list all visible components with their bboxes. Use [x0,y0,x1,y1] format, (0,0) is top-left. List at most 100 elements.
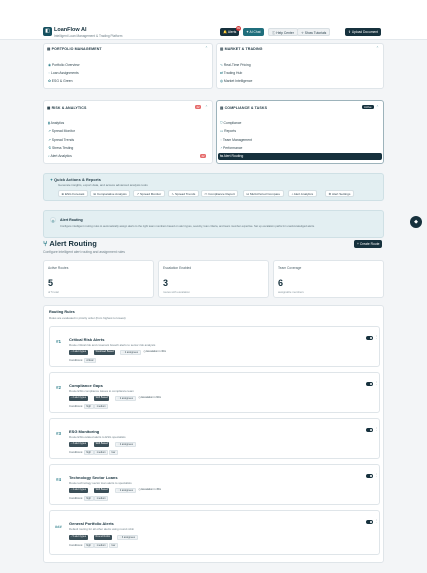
alert-settings-button[interactable]: ⚙ Alert Settings [325,190,354,197]
trend-icon: ↗ [48,129,51,133]
rule-chip: ◌ 2 assignees [120,350,141,355]
nav-reports[interactable]: ▭ Reports [220,129,236,133]
spread-trends-button[interactable]: ∿ Spread Trends [168,190,199,197]
rule-enabled-toggle[interactable] [366,520,373,524]
team-icon: ◌ [220,138,223,142]
ai-chat-label: AI Chat [249,30,261,34]
condition-chip: high [83,404,94,409]
nav-real-time-pricing[interactable]: ∿ Real-Time Pricing [220,63,251,67]
stat-value: 5 [48,278,54,288]
leaf-icon: ✿ [48,79,51,83]
ai-assistant-fab[interactable]: ◆ [410,216,422,228]
compliance-active-badge: Active [362,105,374,109]
create-route-button[interactable]: + Create Route [354,240,383,248]
logo-icon: ◧ [43,27,52,36]
nav-trading-hub[interactable]: ⇄ Trading Hub [220,71,242,75]
rule-chip: Skill Based [94,442,110,447]
alert-routing-info-banner [43,210,384,238]
rule-chip: ◌ 2 assignees [115,488,136,493]
rule-menu-icon[interactable]: ⋮ [375,381,378,385]
collapse-chevron-icon[interactable]: ⌃ [205,105,208,109]
rule-enabled-toggle[interactable] [366,474,373,478]
chart-icon: ◉ [48,63,51,67]
comparative-analysis-button[interactable]: ⊞ Comparative Analysis [90,190,131,197]
collapse-chevron-icon[interactable]: ⌃ [376,105,379,109]
rule-menu-icon[interactable]: ⋮ [375,335,378,339]
nav-portfolio-overview[interactable]: ◉ Portfolio Overview [48,63,79,67]
spread-monitor-button[interactable]: ↗ Spread Monitor [133,190,165,197]
stat-sub: of 5 total [48,290,59,294]
bulb-icon: ◍ [220,79,223,83]
line-chart-icon: ↗ [48,138,51,142]
nav-alert-routing[interactable]: ⇆ Alert Routing [218,153,382,160]
rule-desc: Route ESG-related alerts to ESG speciali… [69,435,126,439]
rule-title: Critical Risk Alerts [69,337,105,342]
rule-enabled-toggle[interactable] [366,428,373,432]
rule-priority: #4 [56,477,62,482]
rule-desc: Route ESG compliance issues to complianc… [69,389,134,393]
route-icon: ⇆ [220,154,223,158]
rule-menu-icon[interactable]: ⋮ [375,519,378,523]
rule-menu-icon[interactable]: ⋮ [375,427,378,431]
collapse-chevron-icon[interactable]: ⌃ [205,46,208,50]
rule-conditions: Conditions: high medium [69,496,109,502]
rule-menu-icon[interactable]: ⋮ [375,473,378,477]
rule-enabled-toggle[interactable] [366,336,373,340]
upload-document-button[interactable]: ⇪ Upload Document [345,28,382,36]
alerts-count-badge: 99 [236,26,241,31]
rule-chip: ◌ 3 assignees [117,535,138,540]
nav-spread-monitor[interactable]: ↗ Spread Monitor [48,129,75,133]
rule-conditions: Conditions: high medium low [69,450,118,456]
users-icon: ◌ [48,71,51,75]
pulse-icon: ∿ [220,63,223,67]
route-icon: ⑂ [43,239,48,248]
rule-priority: ### [55,524,62,529]
nav-alert-analytics[interactable]: ♪ Alert Analytics [48,154,72,158]
condition-chip: medium [94,450,109,455]
rule-chip: ◌ 2 assignees [115,396,136,401]
condition-chip: high [83,496,94,501]
alert-analytics-button[interactable]: ♪ Alert Analytics [288,190,317,197]
rule-conditions: Conditions: high medium [69,404,109,410]
rule-chip: ◌ 2 assignees [115,442,136,447]
ai-chat-button[interactable]: ✦ AI Chat [243,28,264,36]
esg-forecast-button[interactable]: ⊕ ESG Forecast [58,190,88,197]
upload-label: Upload Document [351,30,379,34]
rule-enabled-toggle[interactable] [366,382,373,386]
page-subtitle: Configure intelligent alert routing and … [43,250,125,254]
rule-chip: ♪ 5 alert types [69,535,88,540]
info-banner-title: Alert Routing [60,218,83,222]
rule-chip: ♪ 4 alert types [69,488,88,493]
multi-period-compare-button[interactable]: ⊟ Multi-Period Compare [243,190,284,197]
nav-spread-trends[interactable]: ↗ Spread Trends [48,138,74,142]
alert-analytics-badge: 22 [200,154,207,158]
nav-performance[interactable]: ◔ Performance [220,146,242,150]
nav-market-intelligence[interactable]: ◍ Market Intelligence [220,79,252,83]
help-center-button[interactable]: ⓘ Help Center [268,28,298,36]
routing-rules-title: Routing Rules [49,310,75,314]
quick-actions-desc: Generate insights, export data, and acce… [58,183,148,187]
compliance-report-button[interactable]: ▭ Compliance Report [201,190,239,197]
show-tutorials-button[interactable]: ✧ Show Tutorials [297,28,331,36]
rule-priority: #2 [56,385,62,390]
rule-chip: ◷ Escalation in 45m [138,488,162,491]
stat-value: 3 [163,278,169,288]
nav-compliance[interactable]: ⛉ Compliance [220,121,241,125]
rule-priority: #3 [56,431,62,436]
gauge-icon: ◔ [220,146,223,150]
nav-loan-assignments[interactable]: ◌ Loan Assignments [48,71,79,75]
portfolio-management-title: ▤ Portfolio Management [47,47,102,51]
rule-conditions: Conditions: critical [69,358,96,364]
rule-title: Compliance Gaps [69,383,103,388]
exchange-icon: ⇄ [220,71,223,75]
nav-analytics[interactable]: ▮ Analytics [48,121,64,125]
condition-chip: high [83,543,94,548]
document-icon: ▭ [220,129,224,133]
nav-esg-green[interactable]: ✿ ESG & Green [48,79,73,83]
collapse-chevron-icon[interactable]: ⌃ [376,46,379,50]
brand-tagline: Intelligent Loan Management & Trading Pl… [54,34,123,38]
help-label: Help Center [276,31,294,35]
rule-priority: #1 [56,339,62,344]
nav-team-management[interactable]: ◌ Team Management [220,138,252,142]
nav-stress-testing[interactable]: ⚗ Stress Testing [48,146,73,150]
